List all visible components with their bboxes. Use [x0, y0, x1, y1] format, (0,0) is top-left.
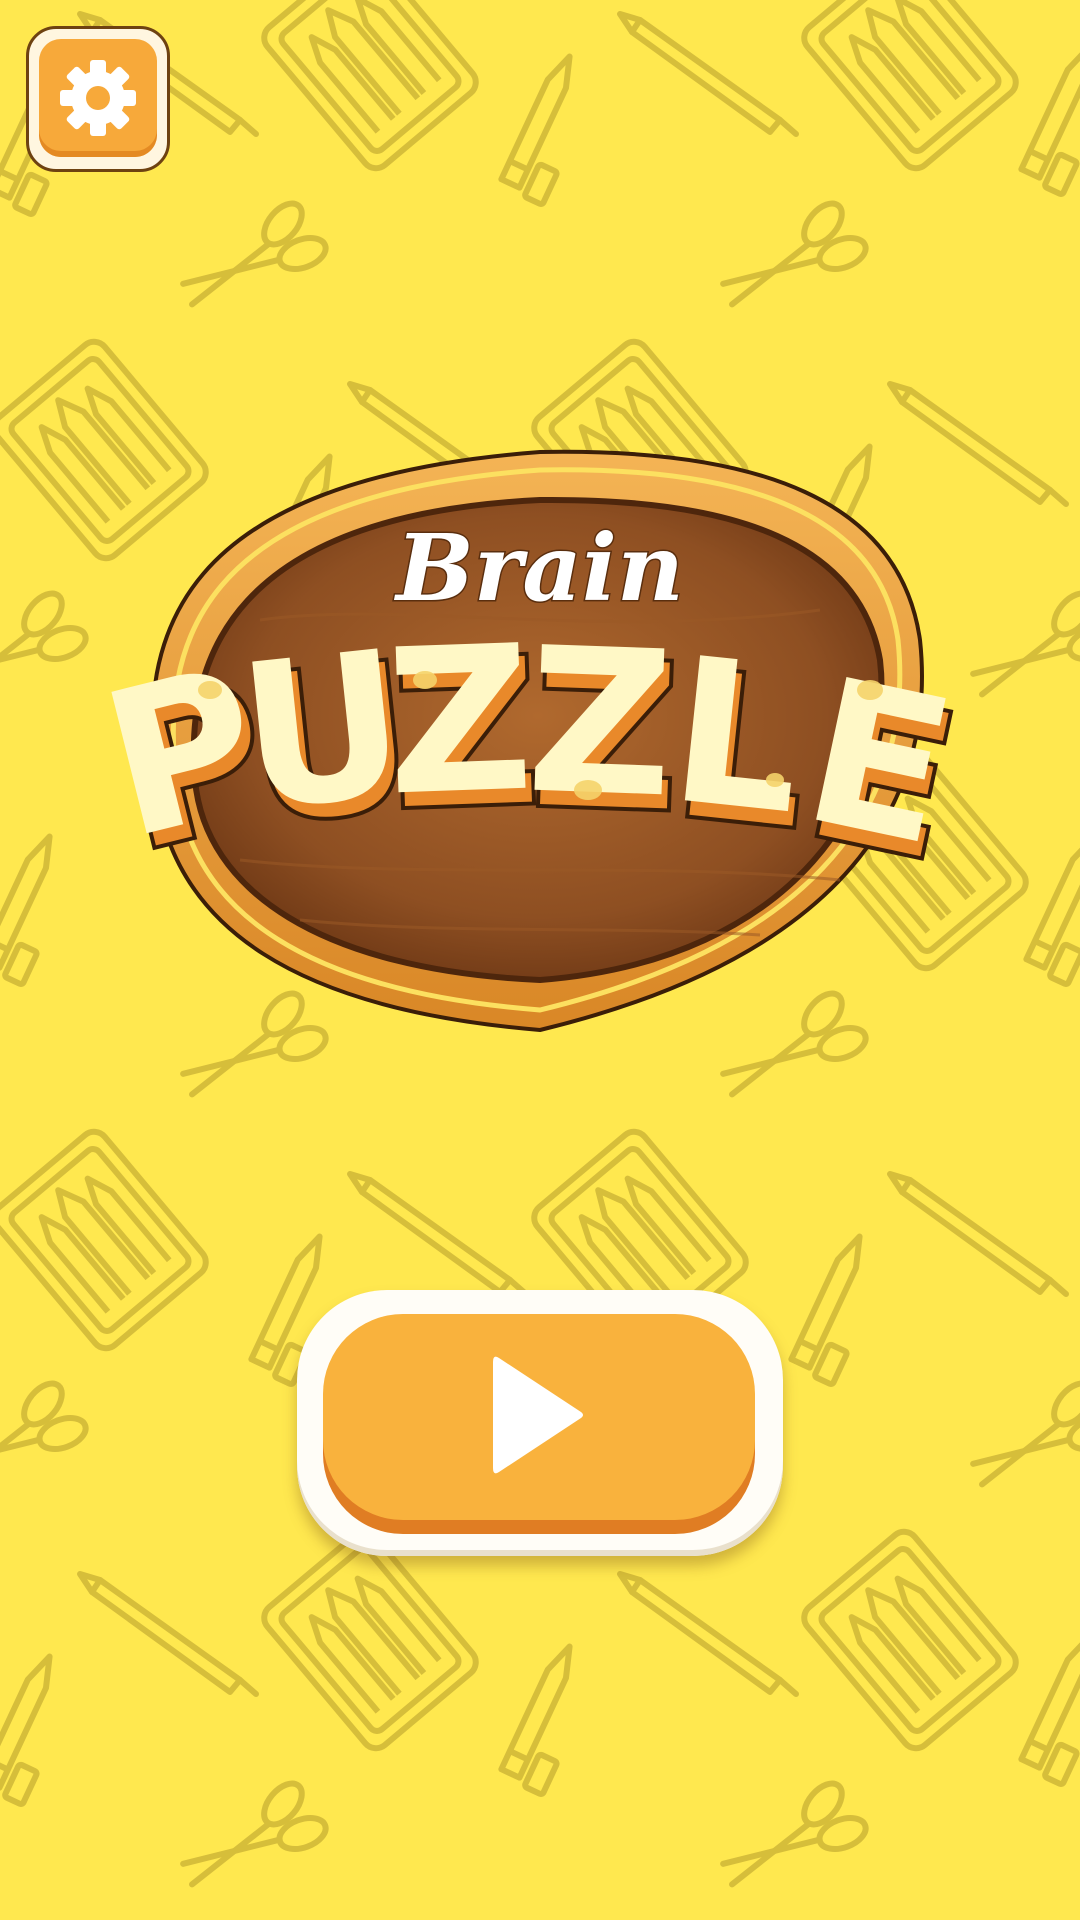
gear-icon — [60, 60, 136, 136]
background-pattern — [0, 0, 1080, 1920]
settings-button[interactable] — [26, 26, 170, 172]
play-icon — [493, 1356, 583, 1474]
settings-button-face — [39, 39, 157, 157]
play-button[interactable] — [297, 1290, 783, 1556]
play-button-face — [323, 1314, 755, 1520]
